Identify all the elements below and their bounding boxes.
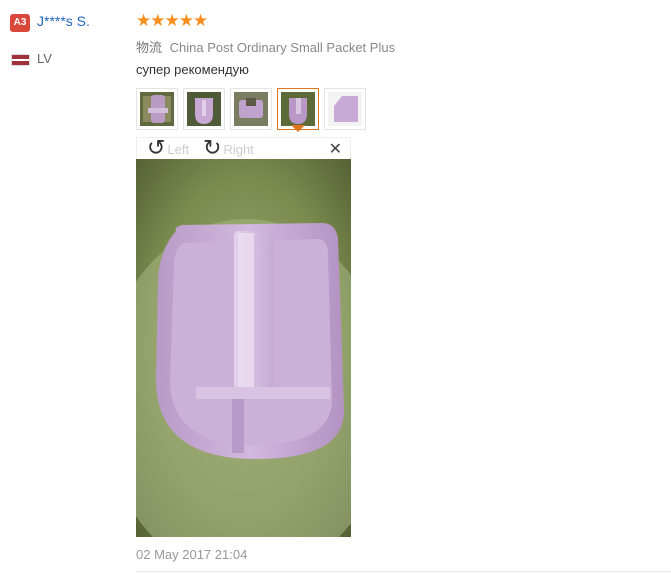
thumbnail-4[interactable] (277, 88, 319, 130)
buyer-country: LV (37, 51, 52, 66)
review-date: 02 May 2017 21:04 (136, 547, 248, 562)
thumbnail-1[interactable] (136, 88, 178, 130)
star-rating: ★★★★★ (136, 11, 208, 30)
review-photo (136, 159, 351, 537)
logistics-label: 物流 (136, 40, 163, 55)
review-photo-image (136, 159, 351, 537)
rotate-right-icon: ↻ (203, 135, 222, 160)
active-thumbnail-pointer (291, 125, 305, 132)
rotate-left-icon: ↺ (147, 135, 166, 160)
thumbnail-image (281, 92, 315, 126)
review-text: супер рекомендую (136, 62, 249, 77)
thumbnail-5[interactable] (324, 88, 366, 130)
buyer-level-badge: A3 (10, 14, 30, 32)
rotate-right-button[interactable]: ↻ Right (203, 135, 254, 160)
divider (136, 571, 671, 572)
latvia-flag-icon (11, 54, 30, 66)
logistics-info: 物流 China Post Ordinary Small Packet Plus (136, 37, 395, 56)
buyer-name[interactable]: J****s S. (37, 13, 90, 29)
close-icon[interactable]: ✕ (329, 139, 342, 159)
viewer-toolbar: ↺ Left ↻ Right ✕ (136, 137, 351, 159)
rotate-left-label: Left (167, 141, 190, 157)
thumbnail-image (140, 92, 174, 126)
photo-viewer: ↺ Left ↻ Right ✕ (136, 137, 351, 537)
rotate-right-label: Right (223, 141, 254, 157)
thumbnail-image (328, 92, 362, 126)
thumbnail-3[interactable] (230, 88, 272, 130)
logistics-method: China Post Ordinary Small Packet Plus (169, 40, 396, 55)
thumbnail-2[interactable] (183, 88, 225, 130)
thumbnail-image (187, 92, 221, 126)
rotate-left-button[interactable]: ↺ Left (147, 135, 190, 160)
thumbnail-image (234, 92, 268, 126)
